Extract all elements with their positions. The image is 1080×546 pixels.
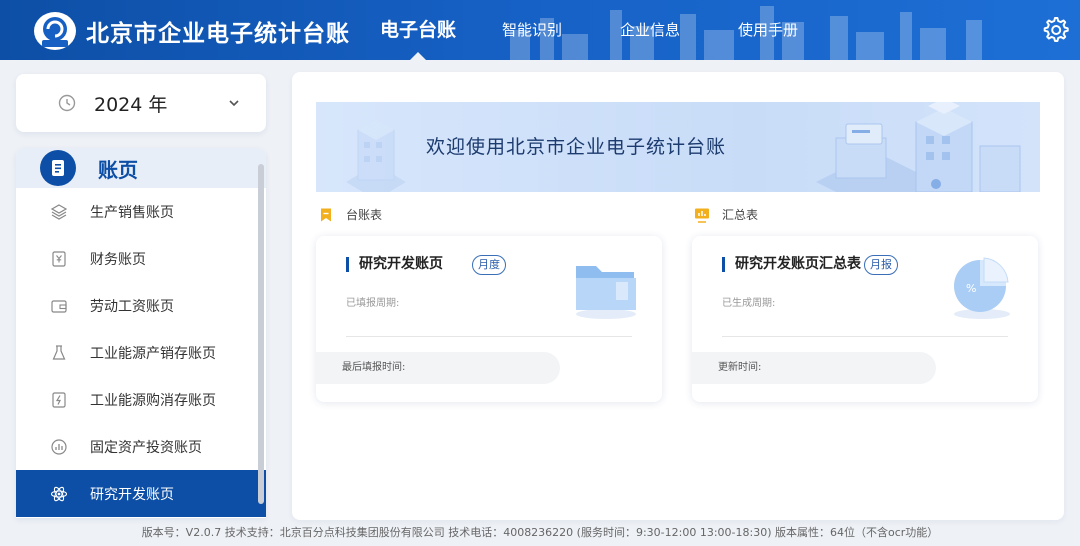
atom-icon [50,486,68,501]
sidebar-item-energy-purchase[interactable]: 工业能源购消存账页 [16,376,266,423]
sidebar-scrollbar[interactable] [258,164,264,504]
sidebar-item-research-development[interactable]: 研究开发账页 [16,470,266,517]
layers-icon [50,203,68,220]
year-selector[interactable]: 2024 年 [16,74,266,132]
yuan-doc-icon [52,250,66,267]
sidebar-item-label: 财务账页 [90,251,146,268]
sidebar-header-badge [40,150,76,186]
card-period-label: 已填报周期: [346,298,400,309]
footer-version-info: 版本号：V2.0.7 技术支持：北京百分点科技集团股份有限公司 技术电话：400… [141,526,939,539]
ledger-card-research-development[interactable]: 研究开发账页 月度 已填报周期: 最后填报时间: [316,236,662,402]
welcome-banner: 欢迎使用北京市企业电子统计台账 [316,102,1040,192]
settings-gear-icon[interactable] [1040,15,1070,45]
wallet-icon [51,299,67,313]
card-tag-monthly: 月度 [472,255,506,275]
banner-welcome-text: 欢迎使用北京市企业电子统计台账 [426,136,727,158]
sidebar-item-fixed-assets[interactable]: 固定资产投资账页 [16,423,266,470]
sidebar-item-label: 劳动工资账页 [90,298,174,315]
pie-chart-icon: % [954,257,1010,319]
card-title: 研究开发账页汇总表 [722,257,861,272]
sidebar-item-label: 工业能源产销存账页 [90,345,216,362]
sidebar-item-energy-production[interactable]: 工业能源产销存账页 [16,329,266,376]
sidebar-item-label: 工业能源购消存账页 [90,392,216,409]
sidebar-menu: 生产销售账页 财务账页 劳动工资账页 工业能源产销存账页 工业能源购消存账页 固… [16,188,266,517]
card-tag-monthly-report: 月报 [864,255,898,275]
sidebar-header: 账页 [16,148,266,188]
sidebar-item-label: 研究开发账页 [90,486,174,503]
sidebar-item-labor-wage[interactable]: 劳动工资账页 [16,282,266,329]
app-title: 北京市企业电子统计台账 [86,21,350,47]
sidebar-item-production-sales[interactable]: 生产销售账页 [16,188,266,235]
card-divider [346,336,632,337]
svg-text:%: % [966,282,976,295]
card-title: 研究开发账页 [346,257,443,272]
main-panel: 欢迎使用北京市企业电子统计台账 台账表 汇总表 研究开发账页 月度 已填报周期:… [292,72,1064,520]
nav-tab-company-info[interactable]: 企业信息 [620,0,680,60]
section-summary-label: 汇总表 [694,206,758,223]
top-header: 北京市企业电子统计台账 电子台账 智能识别 企业信息 使用手册 [0,0,1080,60]
folder-icon [576,266,636,319]
summary-card-research-development[interactable]: 研究开发账页汇总表 月报 已生成周期: 更新时间: % [692,236,1038,402]
section-ledger-text: 台账表 [346,208,383,222]
bar-chart-icon [695,208,709,223]
ledger-sidebar: 账页 生产销售账页 财务账页 劳动工资账页 工业能源产销存账页 工业能源购消存账… [16,148,266,518]
bookmark-icon [321,208,331,221]
logo-emblem-icon [42,17,68,47]
sidebar-item-label: 生产销售账页 [90,204,174,221]
card-updated-label: 更新时间: [692,352,936,384]
sidebar-item-finance[interactable]: 财务账页 [16,235,266,282]
year-value: 2024 年 [94,93,168,116]
flask-icon [52,344,66,360]
section-summary-text: 汇总表 [722,208,759,222]
card-last-filled-label: 最后填报时间: [316,352,560,384]
energy-doc-icon [52,391,66,408]
document-list-icon [52,160,64,176]
nav-tab-user-manual[interactable]: 使用手册 [738,0,798,60]
chevron-down-icon [229,100,239,107]
sidebar-item-label: 固定资产投资账页 [90,439,202,456]
app-logo [34,12,76,50]
chart-circle-icon [51,438,67,455]
card-divider [722,336,1008,337]
card-period-label: 已生成周期: [722,298,776,309]
nav-tab-smart-recognition[interactable]: 智能识别 [502,0,562,60]
section-ledger-label: 台账表 [318,206,382,223]
main-nav: 电子台账 智能识别 企业信息 使用手册 [380,0,798,60]
clock-icon [58,94,76,112]
nav-tab-e-ledger[interactable]: 电子台账 [380,0,456,60]
sidebar-title: 账页 [98,157,138,182]
